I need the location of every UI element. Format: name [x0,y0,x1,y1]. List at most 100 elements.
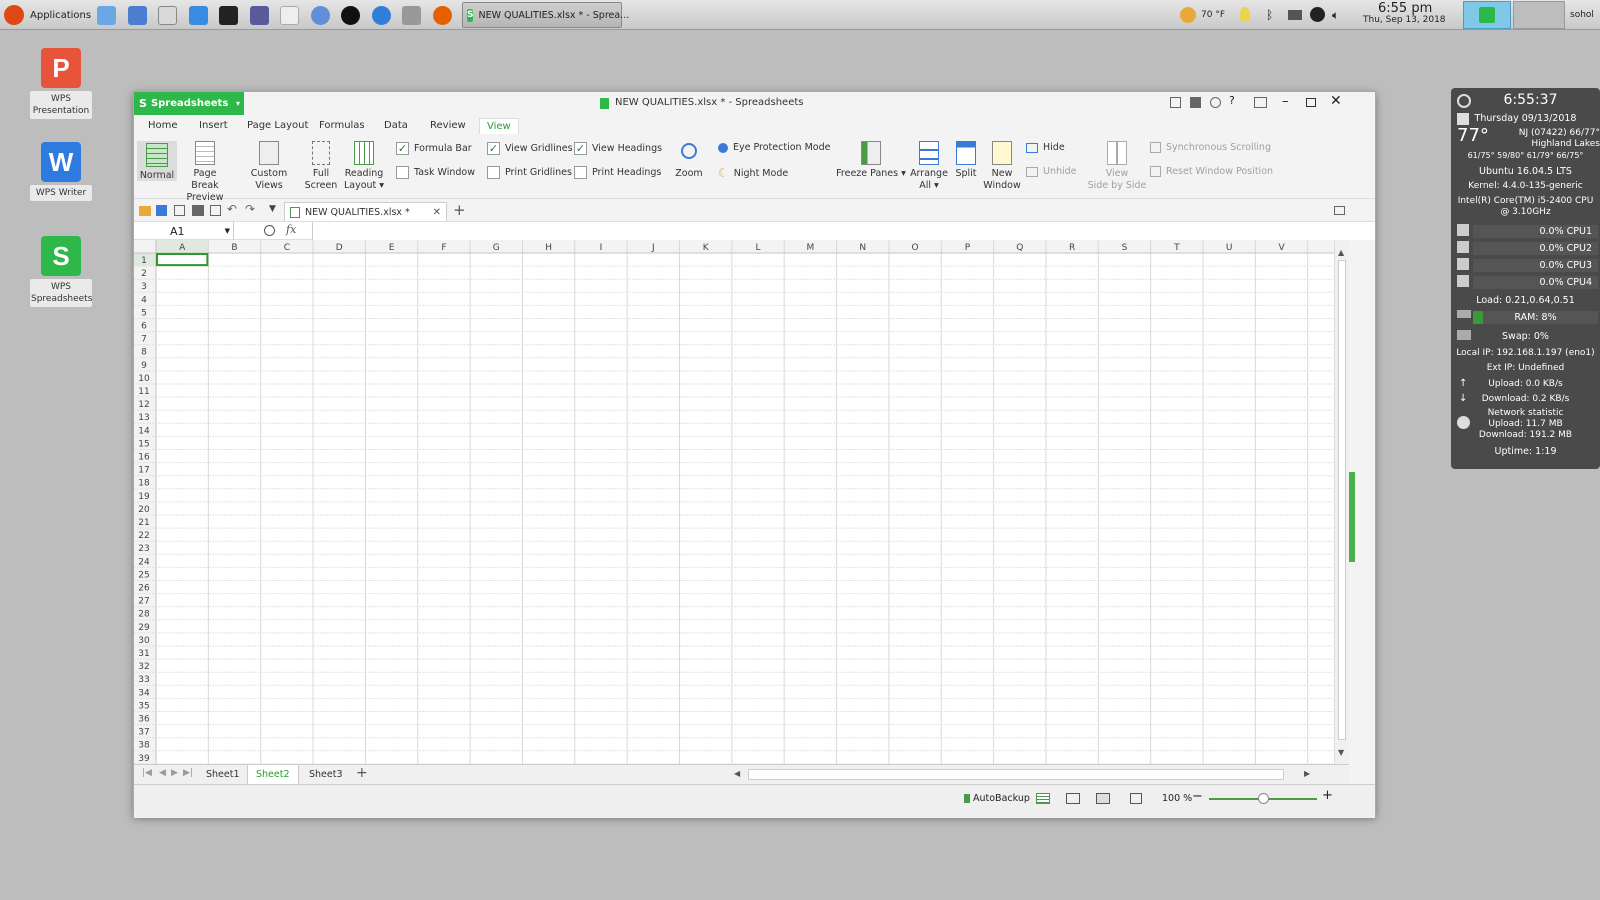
hide-window-button[interactable]: Hide [1026,142,1065,153]
tab-view[interactable]: View [479,118,519,134]
normal-view-status-icon[interactable] [1036,793,1050,804]
firefox-icon[interactable] [433,6,452,25]
page-break-preview-button[interactable]: Page Break Preview [180,141,230,204]
disk-icon[interactable] [402,6,421,25]
desktop-icon-spreadsheets[interactable]: S WPS Spreadsheets [30,236,92,307]
add-sheet-button[interactable]: + [356,765,368,781]
tab-home[interactable]: Home [148,120,178,131]
eye-protection-toggle[interactable]: Eye Protection Mode [718,142,830,153]
workspace-2[interactable] [1513,1,1565,29]
page-break-status-icon[interactable] [1066,793,1080,804]
reading-layout-status-icon[interactable] [1096,793,1110,804]
bluetooth-icon[interactable]: ᛒ [1266,8,1273,22]
undo-icon[interactable]: ↶ [227,202,237,216]
maximize-button[interactable] [1306,98,1316,107]
task-window-checkbox[interactable]: Task Window [396,166,475,179]
zoom-in-button[interactable]: + [1322,788,1333,803]
applications-menu[interactable]: Applications [4,0,91,30]
document-tab[interactable]: NEW QUALITIES.xlsx * ✕ [284,202,447,221]
last-sheet-icon[interactable]: ▶| [183,768,193,778]
scroll-down-icon[interactable]: ▼ [1338,748,1344,757]
new-window-button[interactable]: New Window [982,141,1022,192]
tab-data[interactable]: Data [384,120,408,131]
desktop-icon-writer[interactable]: W WPS Writer [30,142,92,201]
zoom-formula-icon[interactable] [264,225,275,236]
volume-icon[interactable]: 🔈︎ [1332,8,1339,23]
feather-icon[interactable] [280,6,299,25]
music-icon[interactable] [341,6,360,25]
print-preview-icon[interactable] [210,205,221,216]
save-as-icon[interactable] [174,205,185,216]
tab-page-layout[interactable]: Page Layout [247,120,308,131]
browser-icon[interactable] [311,6,330,25]
lightbulb-icon[interactable] [1240,7,1250,22]
zoom-button[interactable]: Zoom [672,141,706,180]
skin-icon[interactable] [1170,97,1181,108]
close-tab-icon[interactable]: ✕ [433,207,441,218]
zoom-slider-thumb[interactable] [1258,793,1269,804]
eye-protection-status-icon[interactable] [1130,793,1142,804]
scroll-up-icon[interactable]: ▲ [1338,248,1344,257]
network-icon[interactable] [1288,10,1302,20]
vertical-scrollbar[interactable]: ▲ ▼ [1334,240,1349,764]
formula-input[interactable] [312,222,1375,240]
side-by-side-button[interactable]: View Side by Side [1086,141,1148,192]
chromium-icon[interactable] [372,6,391,25]
side-panel-handle[interactable] [1349,472,1355,562]
worksheet-grid[interactable]: A B C D E F G H I J K L M N O P Q R S T U V 1 2 3 4 5 6 7 8 9 10 11 12 13 1… [134,240,1334,764]
prev-sheet-icon[interactable]: ◀ [159,768,166,778]
full-screen-button[interactable]: Full Screen [304,141,338,192]
freeze-panes-button[interactable]: Freeze Panes ▾ [836,141,906,180]
finder-icon[interactable] [189,6,208,25]
collapse-ribbon-icon[interactable] [1254,97,1267,108]
customize-qat-icon[interactable]: ▼ [269,204,276,214]
view-headings-checkbox[interactable]: ✓ View Headings [574,142,662,155]
scroll-left-icon[interactable]: ◀ [734,769,740,778]
vertical-scroll-thumb[interactable] [1338,260,1346,740]
taskbar-window-button[interactable]: S NEW QUALITIES.xlsx * - Sprea... [462,2,629,28]
zoom-level[interactable]: 100 % [1162,793,1192,804]
gimp-icon[interactable] [250,6,269,25]
app-menu-button[interactable]: S Spreadsheets ▾ [134,92,244,115]
sheet-tab-sheet1[interactable]: Sheet1 [198,765,248,784]
print-gridlines-checkbox[interactable]: Print Gridlines [487,166,572,179]
sheet-tab-sheet2[interactable]: Sheet2 [247,765,299,784]
normal-view-button[interactable]: Normal [137,141,177,181]
formula-bar-checkbox[interactable]: ✓ Formula Bar [396,142,472,155]
clock-time[interactable]: 6:55 pm [1378,1,1432,16]
desktop-icon-presentation[interactable]: P WPS Presentation [30,48,92,119]
synchronous-scrolling-button[interactable]: Synchronous Scrolling [1150,142,1271,153]
tab-formulas[interactable]: Formulas [319,120,365,131]
name-box[interactable]: A1 ▼ [134,222,234,240]
tab-insert[interactable]: Insert [199,120,228,131]
fx-icon[interactable]: fx [286,223,296,236]
help-icon[interactable]: ? [1229,94,1235,107]
steam-icon[interactable] [1310,7,1325,22]
feedback-icon[interactable] [1210,97,1221,108]
print-icon[interactable] [192,205,204,216]
sheet-tab-sheet3[interactable]: Sheet3 [301,765,351,784]
save-icon[interactable] [156,205,167,216]
zoom-out-button[interactable]: − [1192,789,1203,804]
tab-review[interactable]: Review [430,120,466,131]
view-gridlines-checkbox[interactable]: ✓ View Gridlines [487,142,573,155]
cell-grid[interactable]: A B C D E F G H I J K L M N O P Q R S T U V123456789101112131… [134,240,1334,764]
terminal-icon[interactable] [219,6,238,25]
file-manager-icon[interactable] [97,6,116,25]
reset-window-position-button[interactable]: Reset Window Position [1150,166,1273,177]
reading-layout-button[interactable]: Reading Layout ▾ [342,141,386,192]
split-button[interactable]: Split [952,141,980,180]
custom-views-button[interactable]: Custom Views [238,141,300,192]
night-mode-toggle[interactable]: ☾ Night Mode [718,166,788,180]
ribbon-options-icon[interactable] [1334,206,1345,215]
open-icon[interactable] [139,206,151,216]
autobackup-button[interactable]: AutoBackup [964,793,1030,804]
scroll-right-icon[interactable]: ▶ [1304,769,1310,778]
new-tab-button[interactable]: + [453,201,466,219]
horizontal-scroll-thumb[interactable] [748,769,1284,780]
active-cell-a1[interactable] [156,253,209,267]
user-name[interactable]: sohol [1570,10,1594,20]
minimize-button[interactable]: – [1282,94,1289,109]
unhide-window-button[interactable]: Unhide [1026,166,1077,177]
text-editor-icon[interactable] [158,6,177,25]
